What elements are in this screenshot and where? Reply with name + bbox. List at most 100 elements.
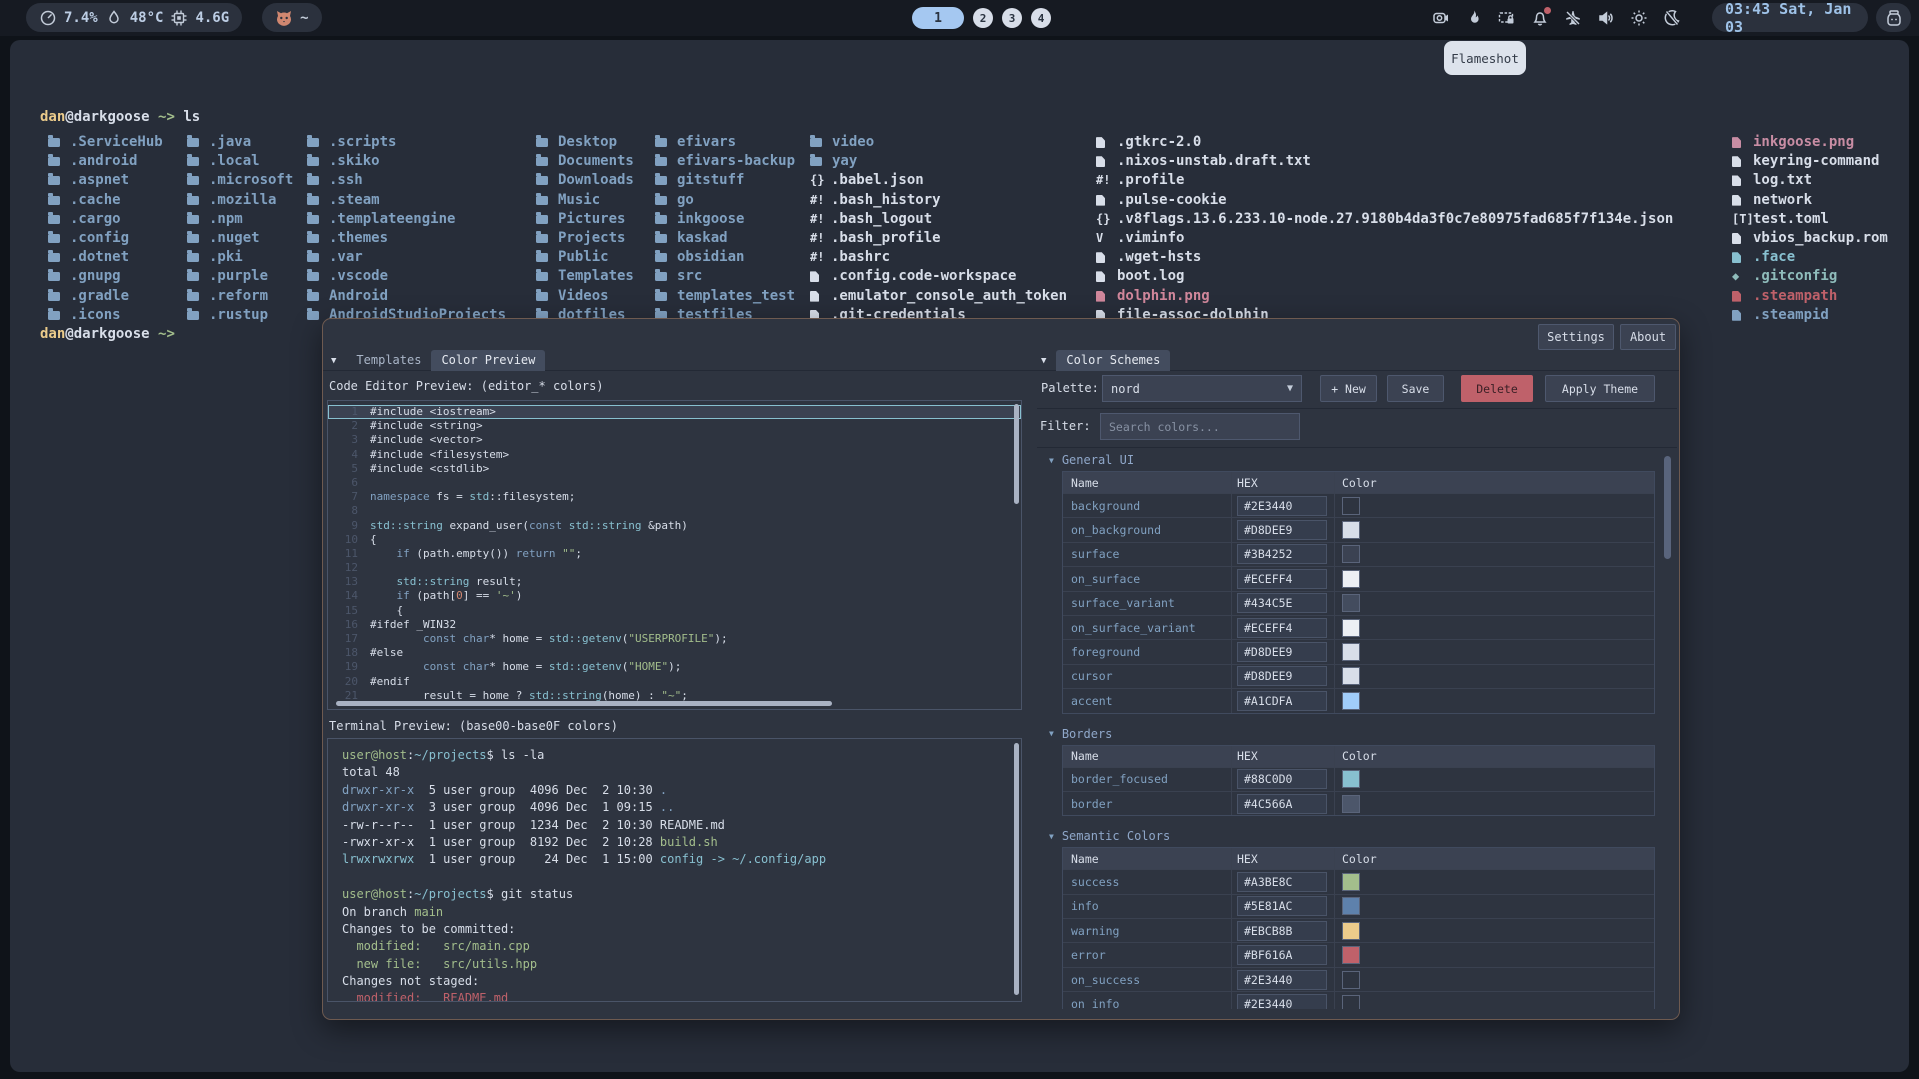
about-button[interactable]: About [1620,324,1676,350]
color-row[interactable]: on_surface#ECEFF4 [1063,566,1654,590]
color-swatch[interactable] [1342,643,1360,661]
color-swatch[interactable] [1342,971,1360,989]
ls-entry: kaskad [655,229,795,248]
ls-entry: Downloads [536,171,634,190]
color-row[interactable]: cursor#D8DEE9 [1063,664,1654,688]
panel-scrollbar[interactable] [1664,456,1671,559]
color-row[interactable]: surface#3B4252 [1063,542,1654,566]
color-row[interactable]: error#BF616A [1063,942,1654,966]
hex-input[interactable]: #D8DEE9 [1237,642,1327,662]
workspace-button-2[interactable]: 2 [973,8,993,28]
hex-input[interactable]: #ECEFF4 [1237,618,1327,638]
color-swatch[interactable] [1342,692,1360,710]
palette-dropdown[interactable]: nord ▼ [1102,375,1302,402]
color-row[interactable]: info#5E81AC [1063,894,1654,918]
editor-vertical-scrollbar[interactable] [1014,404,1019,504]
workspace-button-3[interactable]: 3 [1002,8,1022,28]
editor-horizontal-scrollbar[interactable] [336,701,832,706]
hex-input[interactable]: #EBCB8B [1237,921,1327,941]
hex-input[interactable]: #D8DEE9 [1237,666,1327,686]
hex-input[interactable]: #4C566A [1237,794,1327,814]
tab-templates[interactable]: Templates [346,350,431,371]
flameshot-icon[interactable] [1465,9,1483,27]
hex-input[interactable]: #434C5E [1237,593,1327,613]
terminal-workspace-pill[interactable]: ~ [262,3,321,32]
terminal-preview-line: modified: src/main.cpp [342,938,1021,955]
header-color: Color [1335,746,1654,767]
color-swatch[interactable] [1342,570,1360,588]
night-light-off-icon[interactable] [1663,9,1681,27]
hex-input[interactable]: #BF616A [1237,945,1327,965]
code-editor-preview[interactable]: 1#include <iostream>2#include <string>3#… [327,400,1022,710]
color-row[interactable]: on_surface_variant#ECEFF4 [1063,615,1654,639]
color-row[interactable]: on_success#2E3440 [1063,967,1654,991]
apply-theme-button[interactable]: Apply Theme [1545,375,1655,402]
workspace-button-4[interactable]: 4 [1031,8,1051,28]
color-swatch[interactable] [1342,946,1360,964]
color-row[interactable]: surface_variant#434C5E [1063,591,1654,615]
hex-input[interactable]: #A3BE8C [1237,872,1327,892]
hex-input[interactable]: #ECEFF4 [1237,569,1327,589]
color-row[interactable]: success#A3BE8C [1063,869,1654,893]
tray-icon[interactable] [1876,3,1911,32]
section-header[interactable]: ▼Borders [1037,723,1677,745]
file-icon [1732,175,1741,186]
system-stats-pill[interactable]: 7.4% 48°C 4.6G [26,3,242,32]
color-swatch[interactable] [1342,995,1360,1009]
hex-input[interactable]: #A1CDFA [1237,691,1327,711]
ls-entry: .pki [187,248,293,267]
color-swatch[interactable] [1342,545,1360,563]
workspace-button-1[interactable]: 1 [912,7,964,29]
ls-entry: #!.bashrc [810,248,1067,267]
color-swatch[interactable] [1342,897,1360,915]
hex-input[interactable]: #88C0D0 [1237,769,1327,789]
color-row[interactable]: warning#EBCB8B [1063,918,1654,942]
ls-entry: inkgoose.png [1732,133,1888,152]
hex-input[interactable]: #5E81AC [1237,896,1327,916]
volume-icon[interactable] [1597,9,1615,27]
terminal-vertical-scrollbar[interactable] [1014,743,1019,995]
delete-button[interactable]: Delete [1461,375,1533,402]
hex-input[interactable]: #D8DEE9 [1237,520,1327,540]
color-row[interactable]: border#4C566A [1063,791,1654,815]
hex-input[interactable]: #2E3440 [1237,994,1327,1009]
tab-color-schemes[interactable]: Color Schemes [1056,350,1170,371]
clock[interactable]: 03:43 Sat, Jan 03 [1712,3,1868,32]
hex-input[interactable]: #2E3440 [1237,496,1327,516]
brightness-icon[interactable] [1630,9,1648,27]
line-number: 9 [328,519,358,533]
new-button[interactable]: + New [1320,375,1377,402]
color-swatch[interactable] [1342,594,1360,612]
notifications-icon[interactable] [1531,9,1549,27]
section-header[interactable]: ▼General UI [1037,449,1677,471]
color-swatch[interactable] [1342,873,1360,891]
tab-color-preview[interactable]: Color Preview [431,350,545,371]
filter-input[interactable] [1100,413,1300,440]
chevron-down-icon[interactable]: ▼ [331,356,336,366]
chevron-down-icon[interactable]: ▼ [1041,356,1046,366]
section-header[interactable]: ▼Semantic Colors [1037,825,1677,847]
color-swatch[interactable] [1342,922,1360,940]
hex-input[interactable]: #3B4252 [1237,544,1327,564]
color-swatch[interactable] [1342,667,1360,685]
color-row[interactable]: border_focused#88C0D0 [1063,767,1654,791]
file-name: inkgoose [677,210,744,229]
settings-button[interactable]: Settings [1538,324,1614,350]
color-swatch[interactable] [1342,770,1360,788]
screencast-icon[interactable] [1432,9,1450,27]
color-row[interactable]: on_info#2E3440 [1063,991,1654,1009]
color-swatch[interactable] [1342,521,1360,539]
color-row[interactable]: background#2E3440 [1063,493,1654,517]
color-swatch[interactable] [1342,795,1360,813]
color-row[interactable]: foreground#D8DEE9 [1063,639,1654,663]
save-button[interactable]: Save [1387,375,1444,402]
terminal-preview[interactable]: user@host:~/projects$ ls -latotal 48drwx… [327,738,1022,1002]
color-swatch[interactable] [1342,497,1360,515]
color-swatch[interactable] [1342,619,1360,637]
folder-icon [187,292,199,301]
airplane-mode-off-icon[interactable] [1564,9,1582,27]
color-row[interactable]: accent#A1CDFA [1063,688,1654,712]
hex-input[interactable]: #2E3440 [1237,970,1327,990]
color-row[interactable]: on_background#D8DEE9 [1063,517,1654,541]
screenshot-lock-icon[interactable] [1498,9,1516,27]
